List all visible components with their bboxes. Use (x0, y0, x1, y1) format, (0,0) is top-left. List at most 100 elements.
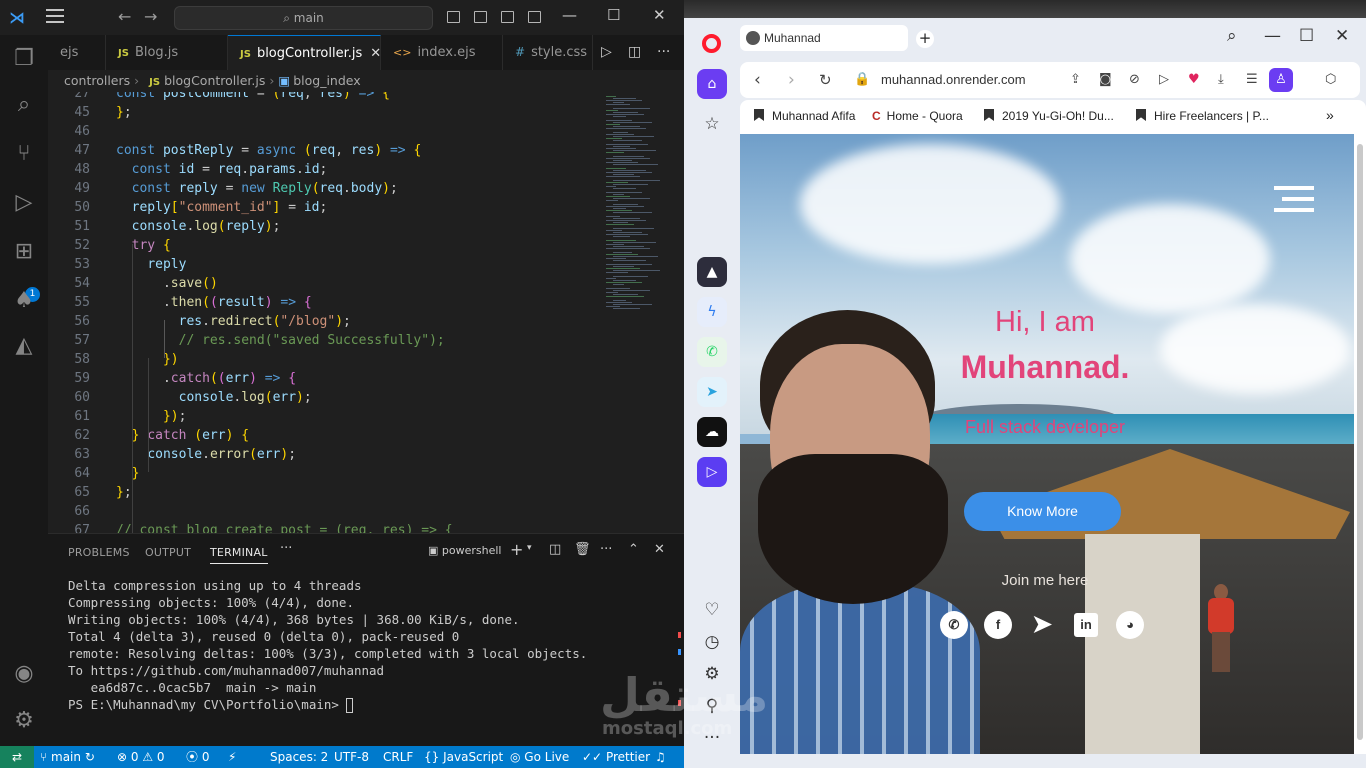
mongodb-icon[interactable]: ♠ (10, 287, 38, 315)
run-debug-icon[interactable]: ▷ (10, 189, 38, 217)
soundcloud-icon[interactable]: ☁ (697, 417, 727, 447)
tab-problems[interactable]: PROBLEMS (68, 546, 130, 559)
home-icon[interactable]: ⌂ (697, 69, 727, 99)
code-line[interactable]: 67 // const blog_create_post = (req, res)… (48, 521, 596, 533)
code-line[interactable]: 64 } (48, 464, 596, 483)
hamburger-menu-icon[interactable] (1274, 186, 1314, 212)
breadcrumb-symbol[interactable]: blog_index (293, 73, 360, 88)
code-line[interactable]: 58 }) (48, 350, 596, 369)
speed-dial-icon[interactable]: ☆ (700, 112, 724, 136)
code-line[interactable]: 63 console.error(err); (48, 445, 596, 464)
more-actions-icon[interactable]: ··· (657, 44, 670, 60)
camera-icon[interactable]: ◙ (1099, 72, 1112, 87)
tab-blog-js[interactable]: JS Blog.js (106, 35, 228, 70)
browser-tab[interactable]: Muhannad (740, 25, 908, 51)
remote-icon[interactable]: ⇄ (0, 746, 34, 768)
code-line[interactable]: 65}; (48, 483, 596, 502)
url-input[interactable]: muhannad.onrender.com (881, 72, 1026, 87)
whatsapp-icon[interactable]: ✆ (940, 611, 968, 639)
run-icon[interactable]: ▷ (601, 44, 612, 60)
facebook-icon[interactable]: f (984, 611, 1012, 639)
code-line[interactable]: 47 const postReply = async (req, res) => … (48, 141, 596, 160)
bookmark-item[interactable]: Muhannad Afifa (754, 109, 855, 123)
new-terminal-icon[interactable]: + (510, 540, 523, 559)
breadcrumb-folder[interactable]: controllers (64, 73, 130, 88)
menu-icon[interactable] (46, 9, 64, 25)
forward-arrow-icon[interactable]: → (144, 7, 157, 26)
close-icon[interactable]: ✕ (1335, 26, 1349, 46)
toggle-panel-icon[interactable] (474, 11, 487, 23)
eol-indicator[interactable]: CRLF (383, 746, 413, 768)
pinboard-heart-icon[interactable]: ♥ (1188, 72, 1200, 87)
share-icon[interactable]: ⇪ (1070, 72, 1081, 87)
panel-more-icon[interactable]: ··· (280, 541, 292, 556)
extensions-cube-icon[interactable]: ⬡ (1325, 72, 1336, 87)
know-more-button[interactable]: Know More (964, 492, 1121, 531)
back-icon[interactable]: ‹ (754, 70, 761, 90)
code-line[interactable]: 51 console.log(reply); (48, 217, 596, 236)
code-line[interactable]: 55 .then((result) => { (48, 293, 596, 312)
azure-icon[interactable]: ◭ (10, 332, 38, 360)
player-icon[interactable]: ▷ (697, 457, 727, 487)
code-line[interactable]: 48 const id = req.params.id; (48, 160, 596, 179)
account-icon[interactable]: ◉ (10, 660, 38, 688)
command-search-input[interactable]: ⌕ main (174, 6, 433, 30)
settings-gear-icon[interactable]: ⚙ (10, 707, 38, 735)
tab-blogcontroller-js[interactable]: JS blogController.js ✕ (228, 35, 381, 70)
profile-icon[interactable]: ♙ (1269, 68, 1293, 92)
terminal-output[interactable]: Delta compression using up to 4 threads C… (68, 577, 668, 713)
editor-scrollbar[interactable] (672, 92, 684, 533)
flow-icon[interactable]: ▷ (1159, 72, 1169, 87)
code-editor[interactable]: 27 const postComment = (req, res) => {45}… (48, 92, 684, 533)
maximize-icon[interactable]: ☐ (607, 6, 620, 24)
back-arrow-icon[interactable]: ← (118, 7, 131, 26)
toggle-sidebar-icon[interactable] (447, 11, 460, 23)
terminal-shell-selector[interactable]: ▣ powershell (428, 544, 501, 557)
linkedin-icon[interactable]: in (1074, 613, 1098, 637)
ports-indicator[interactable]: ⦿ 0 (186, 746, 209, 768)
history-icon[interactable]: ◷ (700, 630, 724, 654)
minimize-icon[interactable]: — (1264, 26, 1281, 46)
split-terminal-icon[interactable]: ◫ (549, 542, 561, 557)
chevron-down-icon[interactable]: ▾ (527, 543, 532, 553)
opera-logo-icon[interactable] (702, 34, 721, 53)
new-tab-button[interactable]: + (916, 30, 934, 48)
code-line[interactable]: 57 // res.send("saved Successfully"); (48, 331, 596, 350)
telegram-icon[interactable]: ➤ (697, 377, 727, 407)
code-line[interactable]: 62 } catch (err) { (48, 426, 596, 445)
code-line[interactable]: 46 (48, 122, 596, 141)
reload-icon[interactable]: ↻ (819, 71, 832, 89)
panel-more-icon[interactable]: ··· (600, 542, 612, 557)
tab-index-ejs[interactable]: <> index.ejs (381, 35, 503, 70)
close-panel-icon[interactable]: ✕ (654, 542, 665, 557)
customize-layout-icon[interactable] (528, 11, 541, 23)
encoding-indicator[interactable]: UTF-8 (334, 746, 369, 768)
messenger-icon[interactable]: ϟ (697, 297, 727, 327)
heart-icon[interactable]: ♡ (700, 598, 724, 622)
code-line[interactable]: 27 const postComment = (req, res) => { (48, 92, 596, 103)
telegram-icon[interactable]: ➤ (1028, 611, 1056, 639)
code-line[interactable]: 45}; (48, 103, 596, 122)
breadcrumb-file[interactable]: blogController.js (164, 73, 265, 88)
bookmark-item[interactable]: Hire Freelancers | P... (1136, 109, 1269, 123)
toggle-secondary-sidebar-icon[interactable] (501, 11, 514, 23)
split-editor-icon[interactable]: ◫ (628, 44, 641, 60)
code-line[interactable]: 60 console.log(err); (48, 388, 596, 407)
scrollbar-thumb[interactable] (1357, 144, 1363, 740)
page-scrollbar[interactable] (1354, 134, 1366, 754)
forward-icon[interactable]: › (788, 70, 795, 90)
code-line[interactable]: 54 .save() (48, 274, 596, 293)
problems-indicator[interactable]: ⊗ 0 ⚠ 0 (117, 746, 165, 768)
tab-output[interactable]: OUTPUT (145, 546, 191, 559)
indentation-indicator[interactable]: Spaces: 2 (270, 746, 328, 768)
language-indicator[interactable]: {} JavaScript (424, 746, 503, 768)
downloads-icon[interactable]: ⤓ (1218, 72, 1224, 87)
code-line[interactable]: 61 }); (48, 407, 596, 426)
extensions-icon[interactable]: ⊞ (10, 238, 38, 266)
tab-terminal[interactable]: TERMINAL (210, 546, 268, 564)
close-icon[interactable]: ✕ (653, 6, 666, 24)
go-live-button[interactable]: ◎ Go Live (510, 746, 569, 768)
tab-ejs[interactable]: ejs (48, 35, 106, 70)
maximize-panel-icon[interactable]: ⌃ (628, 542, 639, 557)
minimap[interactable] (598, 92, 668, 533)
